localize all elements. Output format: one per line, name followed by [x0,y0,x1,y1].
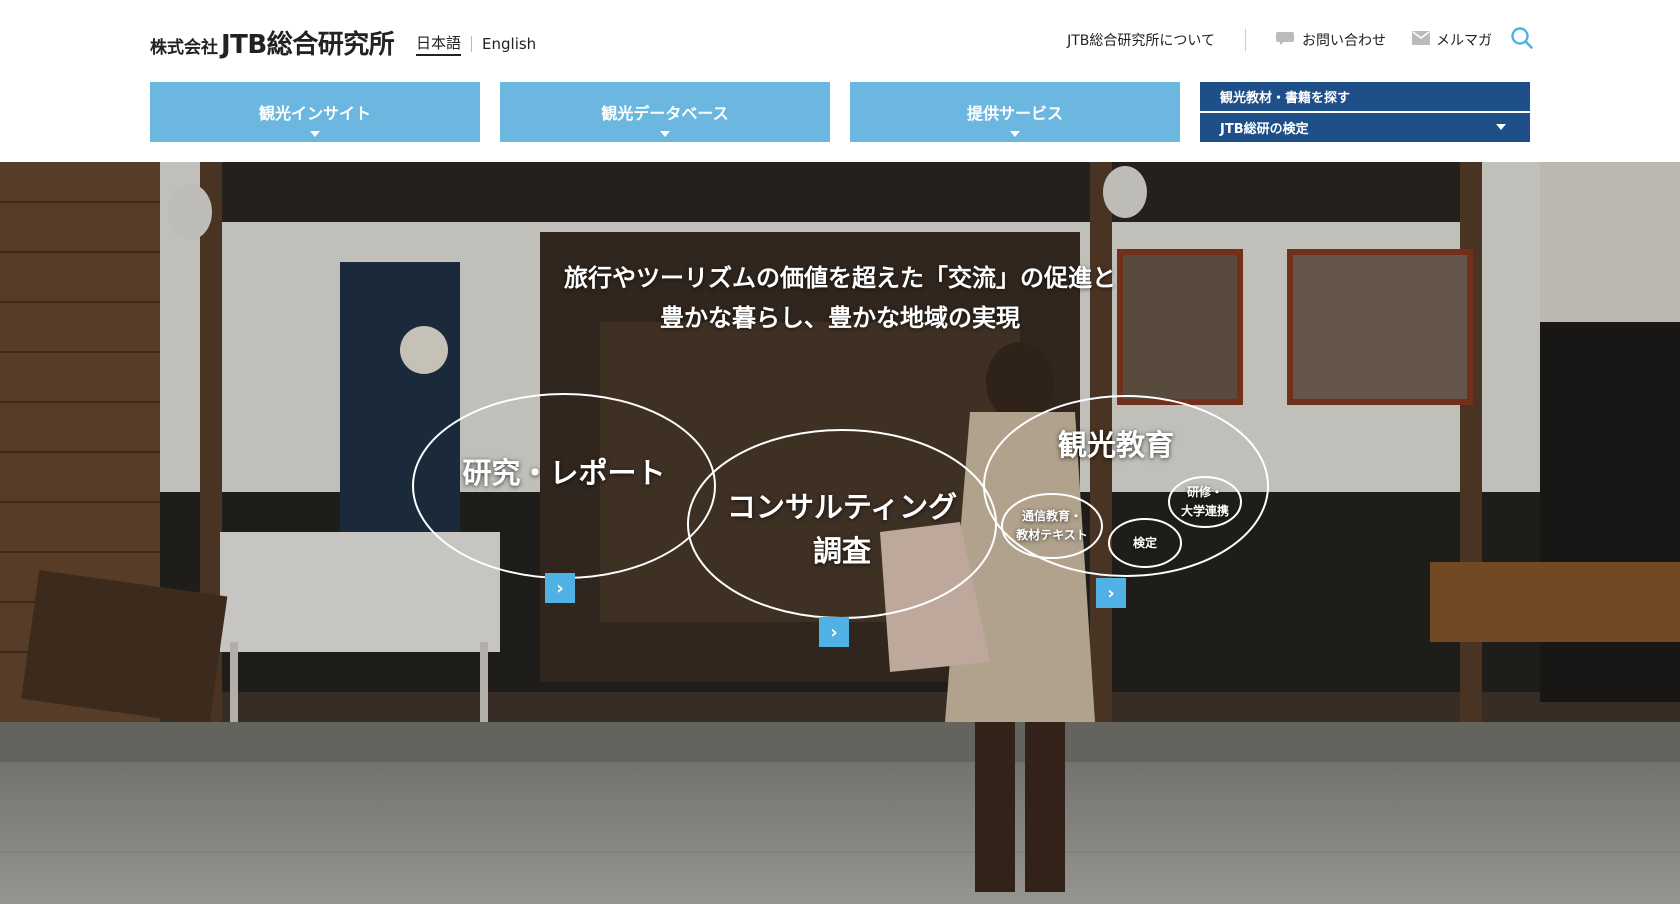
nav-find-materials[interactable]: 観光教材・書籍を探す [1200,82,1530,111]
utility-nav: JTB総合研究所について お問い合わせ メルマガ [1067,26,1534,54]
nav-label: 観光教材・書籍を探す [1220,91,1351,106]
speech-bubble-icon [1276,30,1296,50]
sub-bubble-label: 研修・ [1186,485,1223,499]
caret-down-icon [660,131,670,137]
chevron-right-icon: › [1107,582,1115,604]
sub-bubble-label: 通信教育・ [1021,509,1082,523]
nav-dark-group: 観光教材・書籍を探す JTB総研の検定 [1200,82,1530,142]
caret-down-icon [310,131,320,137]
education-arrow-button[interactable]: › [1096,578,1126,608]
contact-label: お問い合わせ [1302,33,1386,49]
hero-tagline-line2: 豊かな暮らし、豊かな地域の実現 [660,304,1020,332]
logo-company-prefix: 株式会社 [150,38,218,58]
language-switcher: 日本語 English [416,32,536,56]
caret-down-icon [1010,131,1020,137]
contact-link[interactable]: お問い合わせ [1276,30,1386,50]
sub-bubble-label: 教材テキスト [1016,528,1088,542]
sub-bubble-training[interactable]: 研修・ 大学連携 [1169,477,1241,527]
bubble-consulting-label-2[interactable]: 調査 [690,528,994,570]
lang-english-link[interactable]: English [482,35,536,53]
nav-label: 観光データベース [601,104,729,123]
utility-divider [1245,29,1246,51]
search-button[interactable] [1510,26,1534,54]
nav-certification[interactable]: JTB総研の検定 [1200,113,1530,142]
site-logo[interactable]: 株式会社 JTB総合研究所 [150,24,395,60]
mailmag-link[interactable]: メルマガ [1412,30,1492,50]
nav-label: 提供サービス [966,104,1063,123]
lang-japanese-link[interactable]: 日本語 [416,32,462,56]
bubble-research-label[interactable]: 研究・レポート [414,450,714,492]
site-header: 株式会社 JTB総合研究所 日本語 English JTB総合研究所について お… [0,0,1680,162]
logo-company-name: JTB総合研究所 [221,30,395,60]
chevron-right-icon: › [556,577,564,599]
bubble-consulting-label-1[interactable]: コンサルティング [690,484,994,526]
nav-services[interactable]: 提供サービス [850,82,1180,142]
nav-tourism-database[interactable]: 観光データベース [500,82,830,142]
bubble-education-label[interactable]: 観光教育 [996,422,1236,464]
sub-bubble-label: 大学連携 [1180,504,1229,518]
hero-banner: 旅行やツーリズムの価値を超えた「交流」の促進と 豊かな暮らし、豊かな地域の実現 … [0,162,1680,904]
search-icon [1510,26,1534,54]
sub-bubble-correspondence[interactable]: 通信教育・ 教材テキスト [1002,494,1102,558]
nav-label: 観光インサイト [258,104,371,123]
chevron-right-icon: › [830,621,838,643]
about-link[interactable]: JTB総合研究所について [1067,30,1215,50]
hero-tagline-line1: 旅行やツーリズムの価値を超えた「交流」の促進と [564,264,1116,292]
mailmag-label: メルマガ [1436,33,1492,49]
sub-bubble-label: 検定 [1132,535,1157,550]
lang-divider [471,36,473,52]
research-arrow-button[interactable]: › [545,573,575,603]
caret-down-icon [1496,124,1506,130]
nav-label: JTB総研の検定 [1220,122,1309,137]
envelope-icon [1412,31,1430,49]
nav-tourism-insight[interactable]: 観光インサイト [150,82,480,142]
consulting-arrow-button[interactable]: › [819,617,849,647]
